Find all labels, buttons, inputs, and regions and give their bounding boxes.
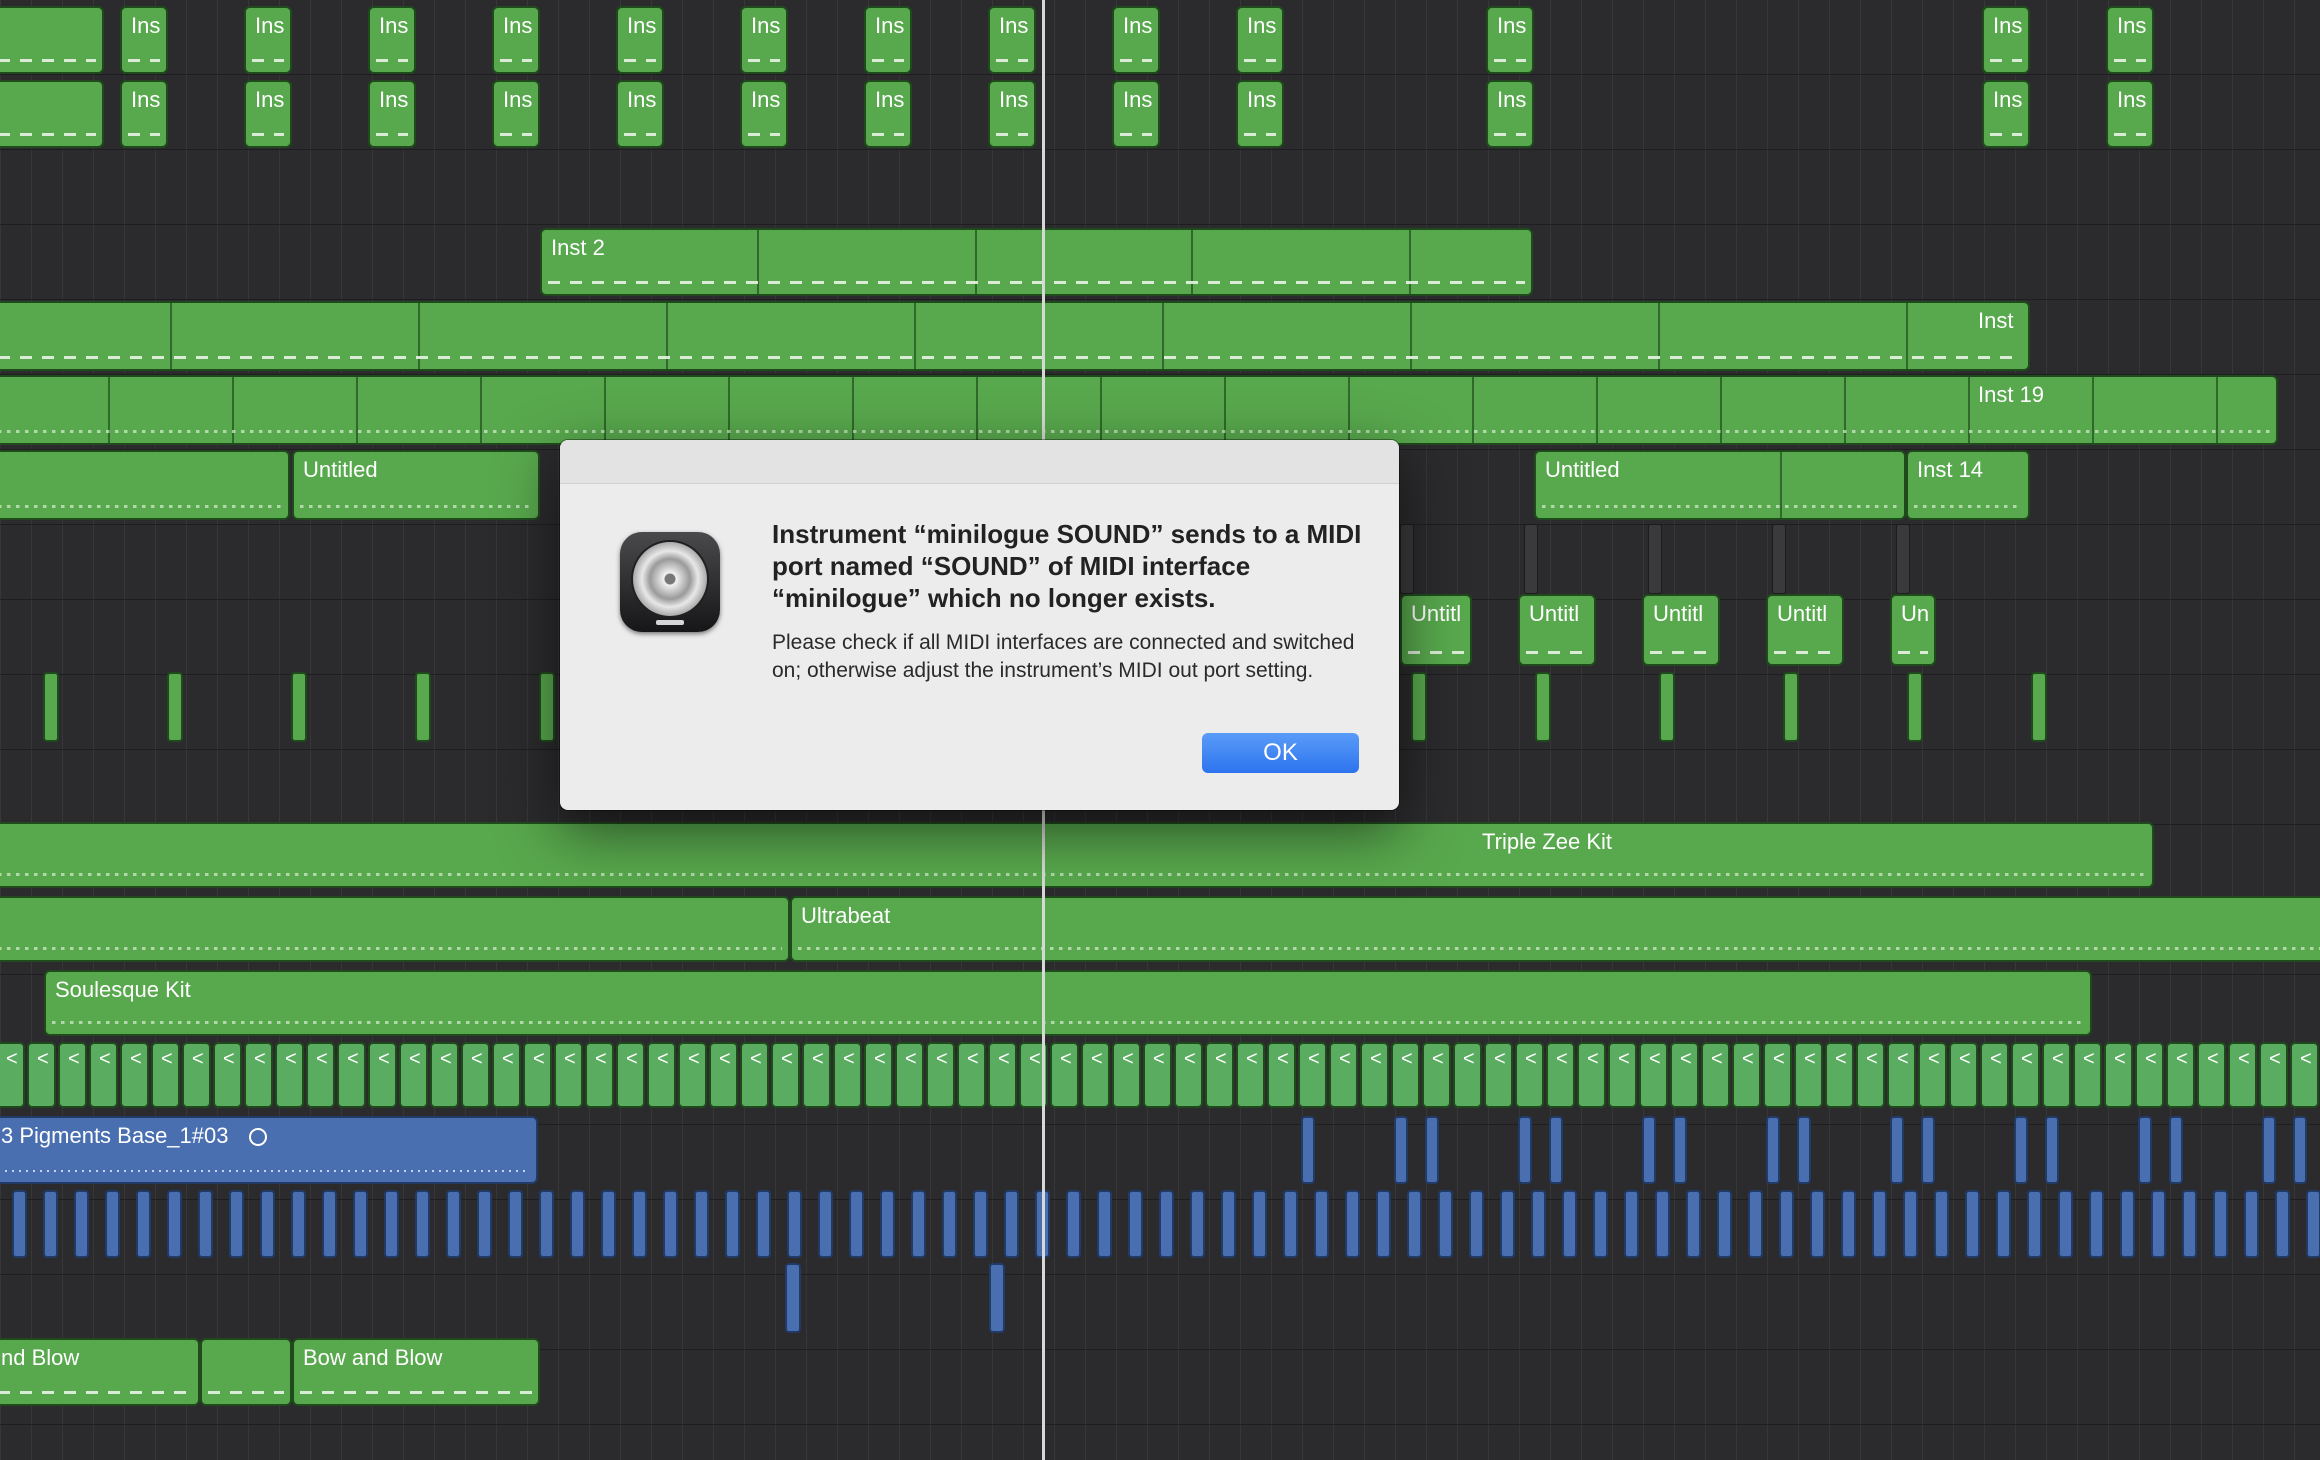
alert-dialog: Instrument “minilogue SOUND” sends to a …: [560, 440, 1399, 810]
alert-informative-text: Please check if all MIDI interfaces are …: [772, 631, 1355, 682]
ok-button[interactable]: OK: [1202, 733, 1359, 773]
alert-message: Instrument “minilogue SOUND” sends to a …: [772, 519, 1362, 613]
modal-overlay: Instrument “minilogue SOUND” sends to a …: [0, 0, 2320, 1460]
dialog-titlebar: [560, 440, 1399, 484]
logic-pro-icon: [620, 532, 720, 632]
